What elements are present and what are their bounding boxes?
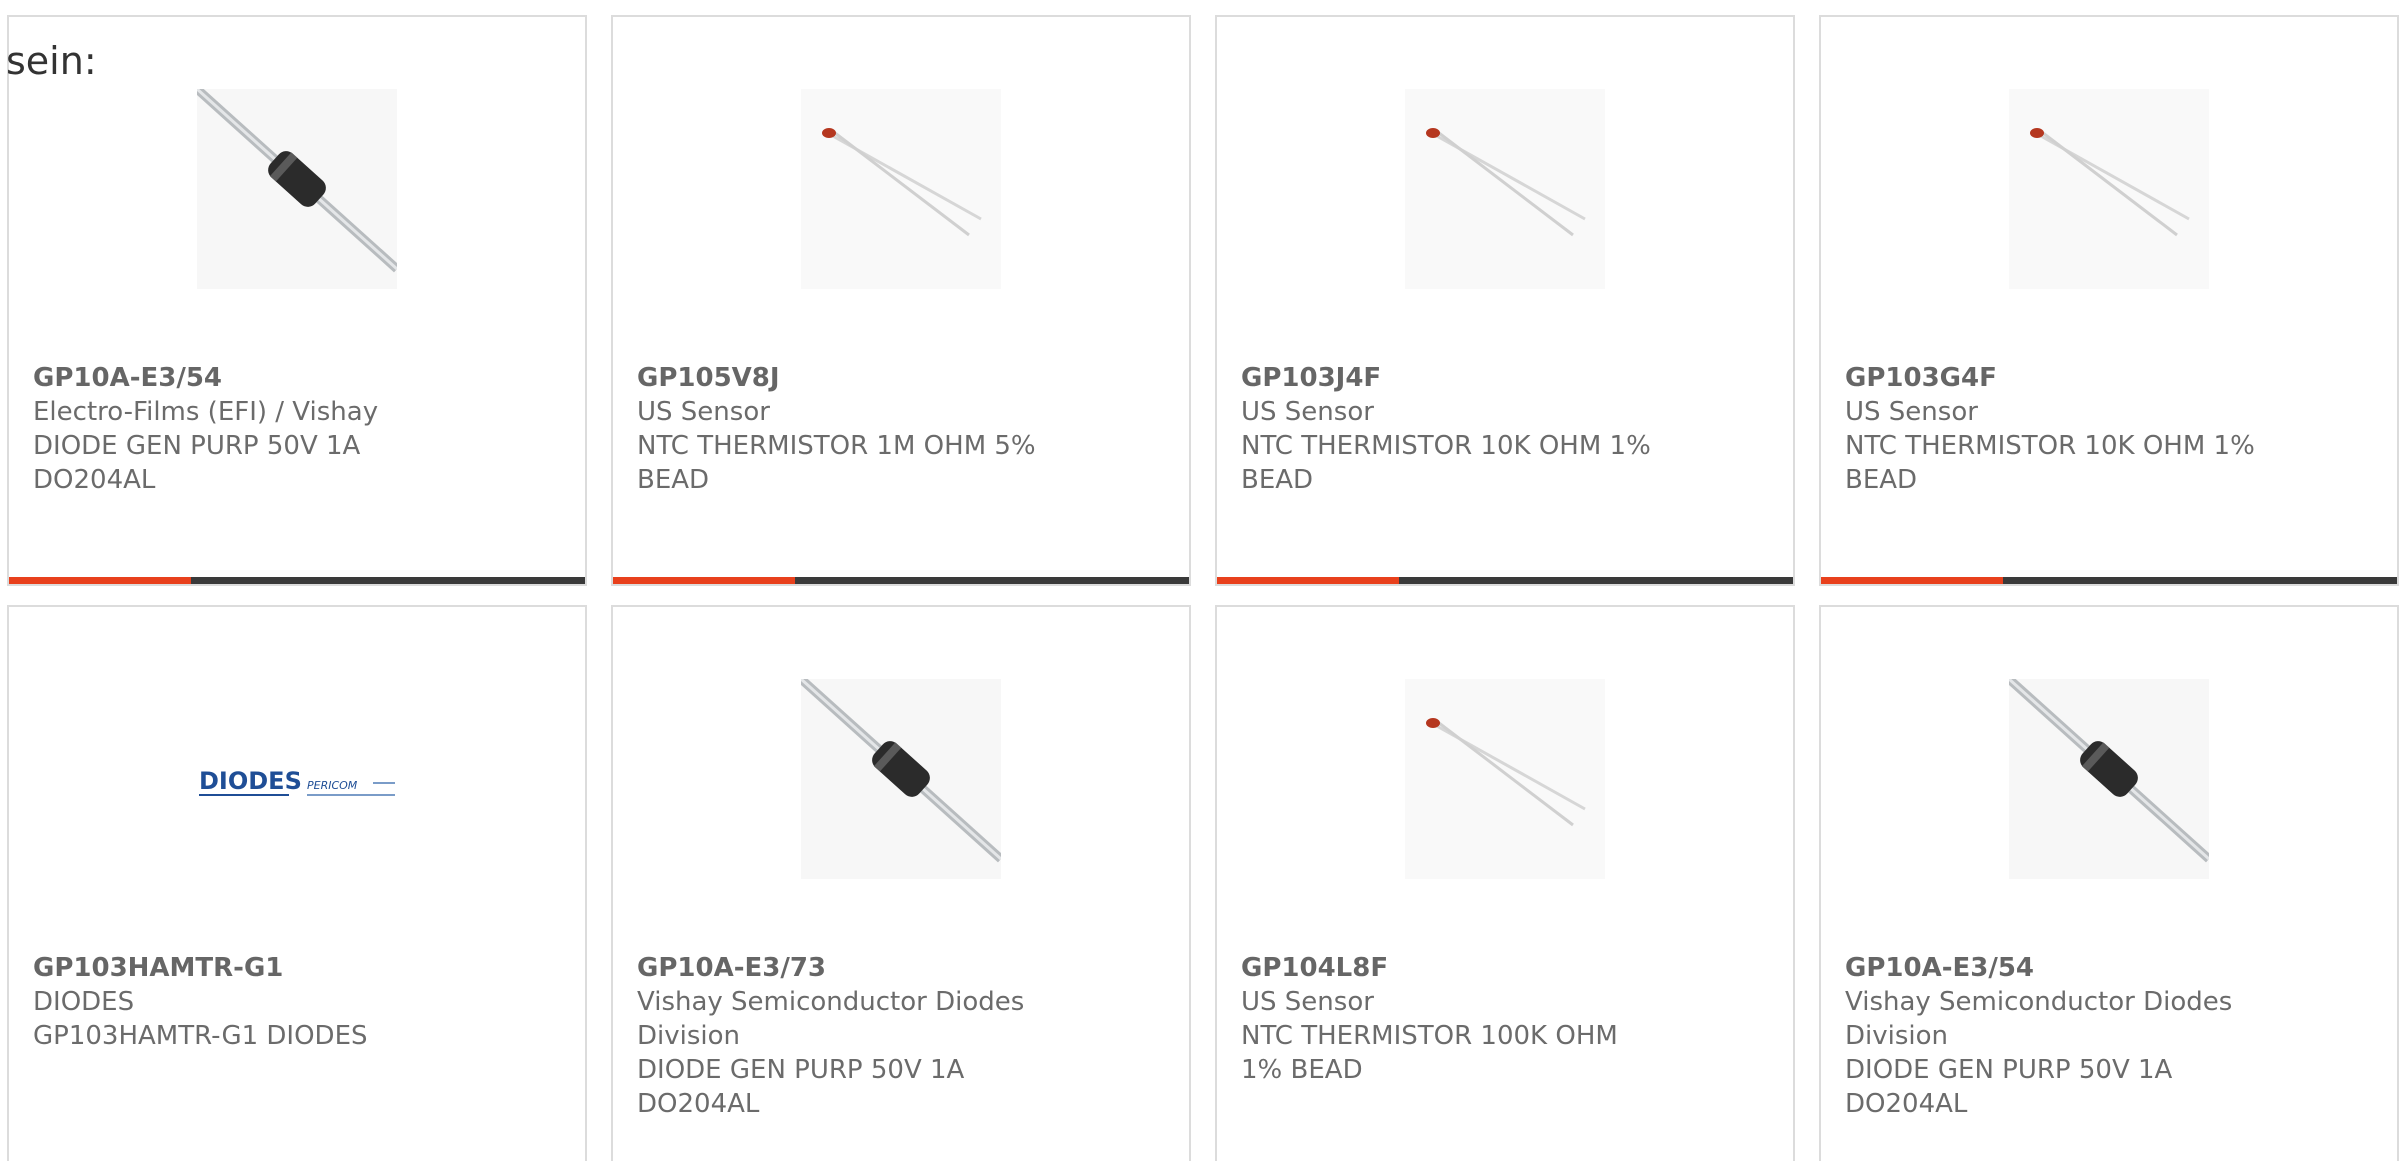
diode-icon[interactable]	[801, 679, 1001, 879]
product-description: NTC THERMISTOR 10K OHM 1% BEAD	[1845, 431, 2255, 495]
product-card[interactable]: GP10A-E3/54 Vishay Semiconductor Diodes …	[1819, 605, 2399, 1161]
product-info: GP103J4F US Sensor NTC THERMISTOR 10K OH…	[1241, 361, 1773, 497]
product-card[interactable]: GP10A-E3/73 Vishay Semiconductor Diodes …	[611, 605, 1191, 1161]
card-accent-bar	[1217, 577, 1399, 584]
product-description: GP103HAMTR-G1 DIODES	[33, 1021, 368, 1051]
card-bottom-bar	[1217, 577, 1793, 584]
product-description: DIODE GEN PURP 50V 1A DO204AL	[1845, 1055, 2173, 1119]
manufacturer-name: US Sensor	[1845, 397, 1978, 427]
card-accent-bar	[613, 577, 795, 584]
part-number-link[interactable]: GP10A-E3/54	[33, 361, 565, 395]
product-description: DIODE GEN PURP 50V 1A DO204AL	[33, 431, 361, 495]
part-number-link[interactable]: GP10A-E3/73	[637, 951, 1169, 985]
diode-icon[interactable]	[2009, 679, 2209, 879]
diode-icon[interactable]	[197, 89, 397, 289]
manufacturer-name: Electro-Films (EFI) / Vishay	[33, 397, 379, 427]
diodes-logo-text: DIODES	[199, 767, 302, 795]
product-grid-page: sein: GP10A-E3/54 Electro-Films (EFI) / …	[0, 0, 2400, 1161]
part-number-link[interactable]: GP105V8J	[637, 361, 1169, 395]
part-number-link[interactable]: GP103J4F	[1241, 361, 1773, 395]
product-description: DIODE GEN PURP 50V 1A DO204AL	[637, 1055, 965, 1119]
manufacturer-name: Vishay Semiconductor Diodes Division	[637, 987, 1025, 1051]
product-card[interactable]: DIODES PERICOM GP103HAMTR-G1 DIODES GP10…	[7, 605, 587, 1161]
product-card[interactable]: GP10A-E3/54 Electro-Films (EFI) / Vishay…	[7, 15, 587, 586]
card-accent-bar	[1821, 577, 2003, 584]
product-card[interactable]: GP103J4F US Sensor NTC THERMISTOR 10K OH…	[1215, 15, 1795, 586]
thermistor-icon[interactable]	[2009, 89, 2209, 289]
card-accent-bar	[9, 577, 191, 584]
part-number-link[interactable]: GP103G4F	[1845, 361, 2377, 395]
manufacturer-name: US Sensor	[1241, 397, 1374, 427]
card-bottom-bar	[9, 577, 585, 584]
thermistor-icon[interactable]	[1405, 679, 1605, 879]
manufacturer-name: US Sensor	[1241, 987, 1374, 1017]
product-info: GP10A-E3/54 Electro-Films (EFI) / Vishay…	[33, 361, 565, 497]
product-info: GP103HAMTR-G1 DIODES GP103HAMTR-G1 DIODE…	[33, 951, 565, 1053]
manufacturer-name: DIODES	[33, 987, 135, 1017]
product-card[interactable]: GP103G4F US Sensor NTC THERMISTOR 10K OH…	[1819, 15, 2399, 586]
card-bottom-bar	[613, 577, 1189, 584]
product-info: GP103G4F US Sensor NTC THERMISTOR 10K OH…	[1845, 361, 2377, 497]
product-card[interactable]: GP104L8F US Sensor NTC THERMISTOR 100K O…	[1215, 605, 1795, 1161]
product-description: NTC THERMISTOR 1M OHM 5% BEAD	[637, 431, 1036, 495]
product-description: NTC THERMISTOR 10K OHM 1% BEAD	[1241, 431, 1651, 495]
card-bottom-bar	[1821, 577, 2397, 584]
part-number-link[interactable]: GP103HAMTR-G1	[33, 951, 565, 985]
product-info: GP105V8J US Sensor NTC THERMISTOR 1M OHM…	[637, 361, 1169, 497]
diodes-pericom-logo[interactable]: DIODES PERICOM	[197, 679, 397, 879]
product-info: GP10A-E3/54 Vishay Semiconductor Diodes …	[1845, 951, 2377, 1121]
product-info: GP10A-E3/73 Vishay Semiconductor Diodes …	[637, 951, 1169, 1121]
product-card[interactable]: GP105V8J US Sensor NTC THERMISTOR 1M OHM…	[611, 15, 1191, 586]
manufacturer-name: Vishay Semiconductor Diodes Division	[1845, 987, 2233, 1051]
part-number-link[interactable]: GP10A-E3/54	[1845, 951, 2377, 985]
part-number-link[interactable]: GP104L8F	[1241, 951, 1773, 985]
product-description: NTC THERMISTOR 100K OHM 1% BEAD	[1241, 1021, 1618, 1085]
pericom-logo-text: PERICOM	[307, 779, 358, 792]
thermistor-icon[interactable]	[1405, 89, 1605, 289]
thermistor-icon[interactable]	[801, 89, 1001, 289]
manufacturer-name: US Sensor	[637, 397, 770, 427]
product-info: GP104L8F US Sensor NTC THERMISTOR 100K O…	[1241, 951, 1773, 1087]
intro-text: sein:	[6, 39, 97, 83]
